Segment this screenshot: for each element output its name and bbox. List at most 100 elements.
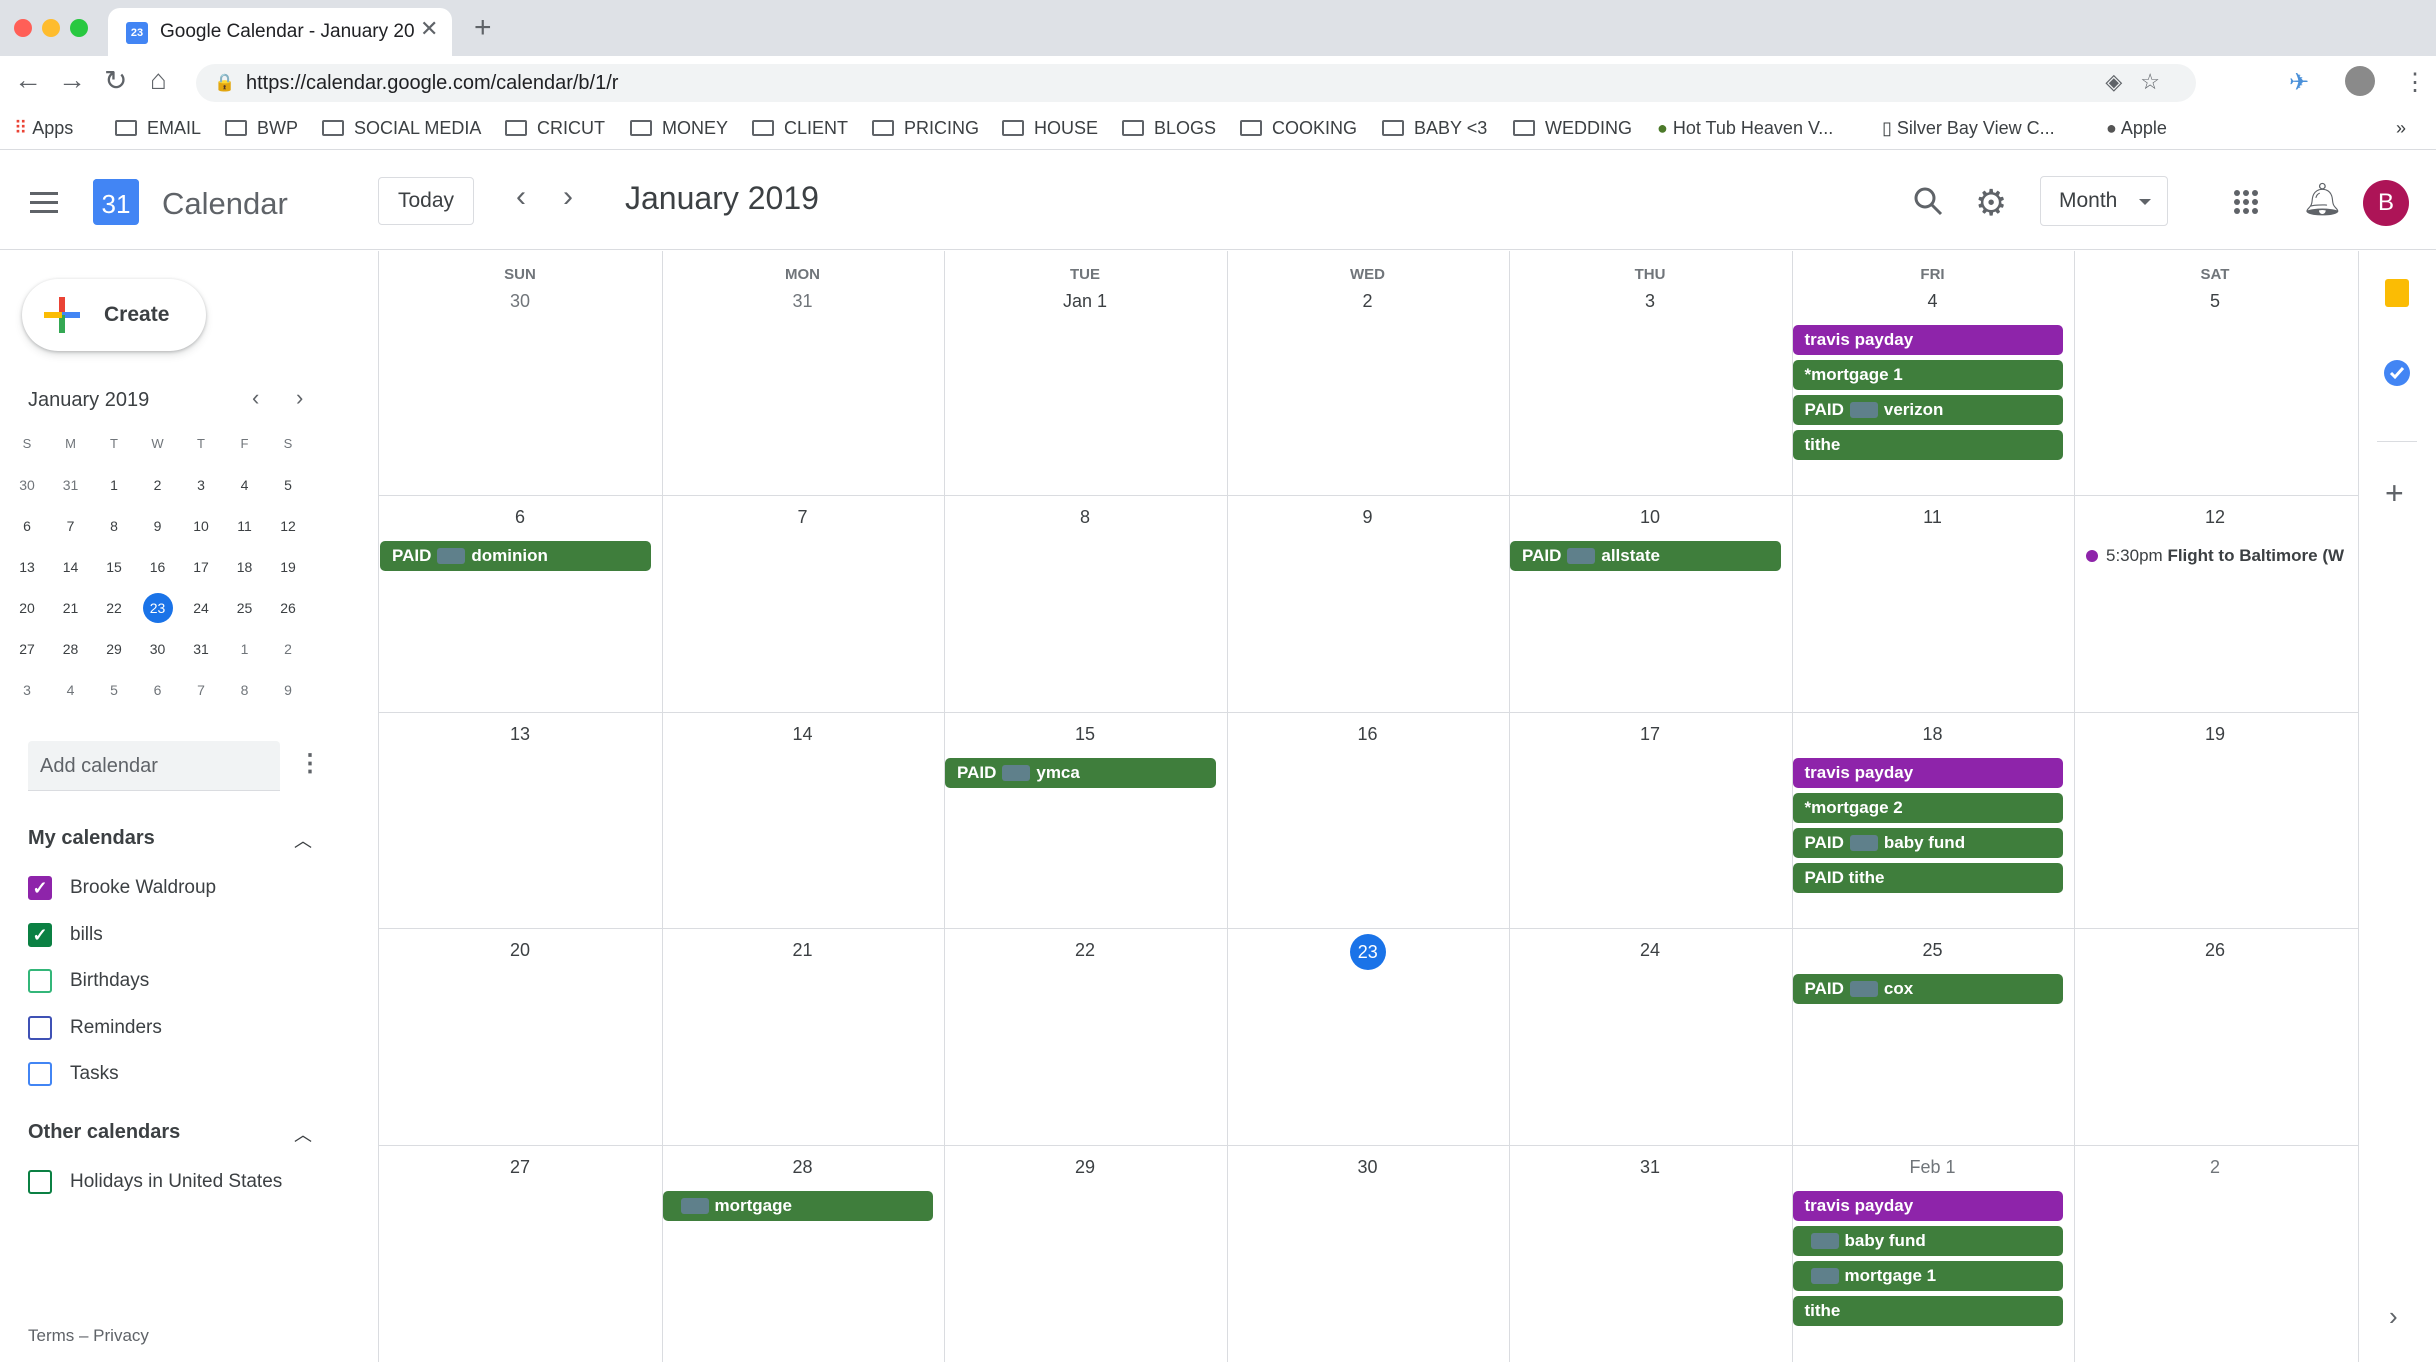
day-number[interactable]: 11 bbox=[1792, 507, 2074, 528]
google-apps-icon[interactable] bbox=[2234, 190, 2258, 214]
mini-next-month-icon[interactable]: › bbox=[296, 385, 303, 411]
day-number[interactable]: 10 bbox=[1509, 507, 1791, 528]
other-calendars-heading[interactable]: Other calendars bbox=[28, 1121, 180, 1144]
next-period-icon[interactable]: › bbox=[563, 180, 573, 214]
day-number[interactable]: 3 bbox=[1509, 291, 1791, 312]
mini-previous-month-icon[interactable]: ‹ bbox=[252, 385, 259, 411]
mini-calendar-day[interactable]: 31 bbox=[56, 470, 86, 500]
mini-calendar-day[interactable]: 5 bbox=[99, 675, 129, 705]
mini-calendar-day[interactable]: 9 bbox=[273, 675, 303, 705]
settings-gear-icon[interactable]: ⚙ bbox=[1975, 182, 2007, 224]
calendar-event-chip[interactable]: tithe bbox=[1792, 1296, 2063, 1326]
account-avatar[interactable]: B bbox=[2363, 180, 2409, 226]
address-bar[interactable]: 🔒 https://calendar.google.com/calendar/b… bbox=[196, 64, 2196, 102]
calendar-event-chip[interactable]: travis payday bbox=[1792, 1191, 2063, 1221]
mini-calendar-day[interactable]: 2 bbox=[273, 634, 303, 664]
calendar-event-chip[interactable]: PAID tithe bbox=[1792, 863, 2063, 893]
day-number[interactable]: 13 bbox=[379, 724, 661, 745]
mini-calendar-day[interactable]: 22 bbox=[99, 593, 129, 623]
chevron-up-icon[interactable]: ︿ bbox=[294, 1121, 312, 1147]
chevron-up-icon[interactable]: ︿ bbox=[294, 827, 312, 853]
today-button[interactable]: Today bbox=[378, 177, 474, 225]
mini-calendar-day[interactable]: 30 bbox=[143, 634, 173, 664]
mini-calendar-day[interactable]: 8 bbox=[230, 675, 260, 705]
day-number[interactable]: 16 bbox=[1227, 724, 1509, 745]
calendar-event-chip[interactable]: PAID baby fund bbox=[1792, 828, 2063, 858]
calendar-event-chip[interactable]: mortgage 1 bbox=[1792, 1261, 2063, 1291]
view-switcher-dropdown[interactable]: Month bbox=[2040, 176, 2168, 226]
mini-calendar-day[interactable]: 20 bbox=[12, 593, 42, 623]
calendar-event-chip[interactable]: PAID cox bbox=[1792, 974, 2063, 1004]
mini-calendar-day[interactable]: 28 bbox=[56, 634, 86, 664]
bookmark-item[interactable]: BWP bbox=[225, 118, 298, 139]
calendar-event-chip[interactable]: mortgage bbox=[662, 1191, 933, 1221]
day-number[interactable]: 19 bbox=[2074, 724, 2356, 745]
mini-calendar-day[interactable]: 12 bbox=[273, 511, 303, 541]
search-icon[interactable] bbox=[1913, 186, 1943, 216]
day-number[interactable]: 6 bbox=[379, 507, 661, 528]
mini-calendar-day[interactable]: 30 bbox=[12, 470, 42, 500]
day-number[interactable]: 2 bbox=[2074, 1157, 2356, 1178]
day-number[interactable]: 22 bbox=[944, 940, 1226, 961]
mini-calendar-day[interactable]: 26 bbox=[273, 593, 303, 623]
day-number[interactable]: 30 bbox=[379, 291, 661, 312]
mini-calendar-day[interactable]: 5 bbox=[273, 470, 303, 500]
day-number[interactable]: 28 bbox=[662, 1157, 944, 1178]
day-number[interactable]: 8 bbox=[944, 507, 1226, 528]
window-minimize-button[interactable] bbox=[42, 19, 60, 37]
mini-calendar-day[interactable]: 23 bbox=[142, 593, 173, 623]
window-close-button[interactable] bbox=[14, 19, 32, 37]
mini-calendar-day[interactable]: 6 bbox=[143, 675, 173, 705]
main-menu-icon[interactable] bbox=[30, 192, 58, 219]
calendar-event-chip[interactable]: tithe bbox=[1792, 430, 2063, 460]
get-addons-plus-icon[interactable]: + bbox=[2385, 475, 2404, 512]
calendar-event-chip[interactable]: PAID verizon bbox=[1792, 395, 2063, 425]
mini-calendar-day[interactable]: 16 bbox=[143, 552, 173, 582]
mini-calendar-day[interactable]: 13 bbox=[12, 552, 42, 582]
mini-calendar-day[interactable]: 4 bbox=[56, 675, 86, 705]
mini-calendar-day[interactable]: 21 bbox=[56, 593, 86, 623]
day-number[interactable]: 9 bbox=[1227, 507, 1509, 528]
home-icon[interactable]: ⌂ bbox=[150, 64, 167, 96]
mini-calendar-day[interactable]: 8 bbox=[99, 511, 129, 541]
bookmark-star-icon[interactable]: ☆ bbox=[2140, 69, 2178, 94]
bookmark-item[interactable]: COOKING bbox=[1240, 118, 1357, 139]
window-zoom-button[interactable] bbox=[70, 19, 88, 37]
mini-calendar-day[interactable]: 31 bbox=[186, 634, 216, 664]
mini-calendar-day[interactable]: 1 bbox=[99, 470, 129, 500]
day-number[interactable]: 31 bbox=[1509, 1157, 1791, 1178]
calendar-checkbox[interactable] bbox=[28, 1170, 52, 1194]
add-calendar-more-icon[interactable]: ⋮ bbox=[298, 749, 322, 778]
day-number[interactable]: 30 bbox=[1227, 1157, 1509, 1178]
day-number[interactable]: 27 bbox=[379, 1157, 661, 1178]
calendar-checkbox[interactable]: ✓ bbox=[28, 922, 52, 947]
day-number[interactable]: Jan 1 bbox=[944, 291, 1226, 312]
reload-icon[interactable]: ↻ bbox=[104, 64, 127, 97]
calendar-checkbox[interactable]: ✓ bbox=[28, 876, 52, 900]
calendar-event-chip[interactable]: *mortgage 2 bbox=[1792, 793, 2063, 823]
day-number[interactable]: 14 bbox=[662, 724, 944, 745]
bookmark-item[interactable]: PRICING bbox=[872, 118, 979, 139]
timed-event[interactable]: 5:30pm Flight to Baltimore (W bbox=[2086, 541, 2349, 571]
extension-bird-icon[interactable]: ✈ bbox=[2289, 68, 2309, 97]
today-day-number[interactable]: 23 bbox=[1349, 934, 1386, 970]
calendar-event-chip[interactable]: travis payday bbox=[1792, 758, 2063, 788]
mini-calendar-day[interactable]: 15 bbox=[99, 552, 129, 582]
mini-calendar-day[interactable]: 1 bbox=[230, 634, 260, 664]
terms-privacy-links[interactable]: Terms – Privacy bbox=[28, 1326, 149, 1346]
mini-calendar-day[interactable]: 14 bbox=[56, 552, 86, 582]
mini-calendar-day[interactable]: 6 bbox=[12, 511, 42, 541]
profile-avatar-icon[interactable] bbox=[2345, 66, 2375, 96]
calendar-event-chip[interactable]: PAID ymca bbox=[945, 758, 1216, 788]
bookmark-item[interactable]: WEDDING bbox=[1513, 118, 1632, 139]
mini-calendar-day[interactable]: 11 bbox=[230, 511, 260, 541]
calendar-checkbox[interactable] bbox=[28, 1015, 52, 1040]
day-number[interactable]: 29 bbox=[944, 1157, 1226, 1178]
tab-close-icon[interactable]: ✕ bbox=[420, 16, 438, 42]
day-number[interactable]: 24 bbox=[1509, 940, 1791, 961]
bookmarks-overflow-icon[interactable]: » bbox=[2396, 118, 2406, 139]
mini-calendar-day[interactable]: 27 bbox=[12, 634, 42, 664]
day-number[interactable]: 31 bbox=[662, 291, 944, 312]
mini-calendar-day[interactable]: 24 bbox=[186, 593, 216, 623]
day-number[interactable]: 5 bbox=[2074, 291, 2356, 312]
